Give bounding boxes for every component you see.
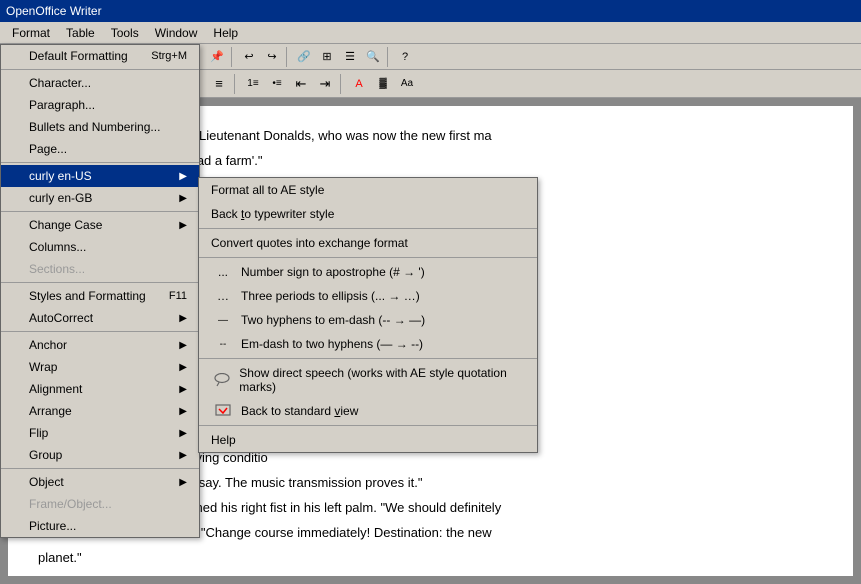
two-hyphens-prefix: -- xyxy=(211,339,235,350)
menu-columns[interactable]: Columns... xyxy=(1,236,199,258)
submenu-back-typewriter[interactable]: Back to typewriter style xyxy=(199,202,537,226)
submenu-format-ae[interactable]: Format all to AE style xyxy=(199,178,537,202)
ellipsis-prefix: … xyxy=(211,289,235,303)
menu-sep-5 xyxy=(1,331,199,332)
hyperlink-btn[interactable]: 🔗 xyxy=(293,46,315,68)
menu-group[interactable]: Group ▶ xyxy=(1,444,199,466)
number-sign-prefix: ... xyxy=(211,265,235,279)
outdent-btn[interactable]: ⇤ xyxy=(290,73,312,95)
menu-sep-1 xyxy=(1,69,199,70)
menu-autocorrect[interactable]: AutoCorrect ▶ xyxy=(1,307,199,329)
menu-sep-2 xyxy=(1,162,199,163)
font-color-btn[interactable]: A xyxy=(348,73,370,95)
paste-btn[interactable]: 📌 xyxy=(206,46,228,68)
help-btn[interactable]: ? xyxy=(394,46,416,68)
menu-arrange[interactable]: Arrange ▶ xyxy=(1,400,199,422)
title-text: OpenOffice Writer xyxy=(6,4,102,18)
menu-page[interactable]: Page... xyxy=(1,138,199,160)
menu-tools[interactable]: Tools xyxy=(103,24,147,42)
submenu-sep-3 xyxy=(199,358,537,359)
title-bar: OpenOffice Writer xyxy=(0,0,861,22)
menu-sections: Sections... xyxy=(1,258,199,280)
submenu-three-periods[interactable]: … Three periods to ellipsis (... → …) xyxy=(199,284,537,308)
menu-window[interactable]: Window xyxy=(147,24,206,42)
submenu-number-sign[interactable]: ... Number sign to apostrophe (# → ') xyxy=(199,260,537,284)
submenu-help[interactable]: Help xyxy=(199,428,537,452)
submenu-two-hyphens[interactable]: — Two hyphens to em-dash (-- → —) xyxy=(199,308,537,332)
fmt-sep-4 xyxy=(340,74,344,94)
menu-format[interactable]: Format xyxy=(4,24,58,42)
menu-curly-en-gb[interactable]: curly en-GB ▶ xyxy=(1,187,199,209)
highlight-btn[interactable]: ▓ xyxy=(372,73,394,95)
menu-anchor[interactable]: Anchor ▶ xyxy=(1,334,199,356)
doc-line-19: "But our original target 'Arda' has been… xyxy=(38,572,823,576)
indent-btn[interactable]: ⇥ xyxy=(314,73,336,95)
list-bullet-btn[interactable]: •≡ xyxy=(266,73,288,95)
menu-object[interactable]: Object ▶ xyxy=(1,471,199,493)
format-menu: Default Formatting Strg+M Character... P… xyxy=(0,44,200,538)
curly-en-us-submenu: Format all to AE style Back to typewrite… xyxy=(198,177,538,453)
toolbar-sep-4 xyxy=(286,47,290,67)
find-btn[interactable]: 🔍 xyxy=(362,46,384,68)
submenu-convert-quotes[interactable]: Convert quotes into exchange format xyxy=(199,231,537,255)
submenu-sep-2 xyxy=(199,257,537,258)
submenu-show-direct-speech[interactable]: Show direct speech (works with AE style … xyxy=(199,361,537,399)
menu-table[interactable]: Table xyxy=(58,24,103,42)
doc-line-18: planet." xyxy=(38,548,823,569)
menu-sep-4 xyxy=(1,282,199,283)
submenu-back-standard-view[interactable]: Back to standard view xyxy=(199,399,537,423)
speech-icon xyxy=(211,373,233,387)
toolbar-sep-3 xyxy=(231,47,235,67)
menu-character[interactable]: Character... xyxy=(1,72,199,94)
menu-curly-en-us[interactable]: curly en-US ▶ xyxy=(1,165,199,187)
submenu-em-dash[interactable]: -- Em-dash to two hyphens (— → --) xyxy=(199,332,537,356)
menu-change-case[interactable]: Change Case ▶ xyxy=(1,214,199,236)
list-num-btn[interactable]: 1≡ xyxy=(242,73,264,95)
menu-frame-object: Frame/Object... xyxy=(1,493,199,515)
toolbar-sep-5 xyxy=(387,47,391,67)
fmt-sep-3 xyxy=(234,74,238,94)
menu-sep-6 xyxy=(1,468,199,469)
menu-bullets[interactable]: Bullets and Numbering... xyxy=(1,116,199,138)
menu-paragraph[interactable]: Paragraph... xyxy=(1,94,199,116)
align-justify-btn[interactable]: ≡ xyxy=(208,73,230,95)
char-format-btn[interactable]: Aa xyxy=(396,73,418,95)
menu-bar: Format Table Tools Window Help Default F… xyxy=(0,22,861,44)
menu-flip[interactable]: Flip ▶ xyxy=(1,422,199,444)
menu-wrap[interactable]: Wrap ▶ xyxy=(1,356,199,378)
undo-btn[interactable]: ↩ xyxy=(238,46,260,68)
redo-btn[interactable]: ↪ xyxy=(261,46,283,68)
menu-sep-3 xyxy=(1,211,199,212)
menu-picture[interactable]: Picture... xyxy=(1,515,199,537)
submenu-sep-1 xyxy=(199,228,537,229)
menu-default-formatting[interactable]: Default Formatting Strg+M xyxy=(1,45,199,67)
menu-styles-formatting[interactable]: Styles and Formatting F11 xyxy=(1,285,199,307)
submenu-sep-4 xyxy=(199,425,537,426)
table-btn[interactable]: ⊞ xyxy=(316,46,338,68)
standard-view-icon xyxy=(211,404,235,418)
menu-alignment[interactable]: Alignment ▶ xyxy=(1,378,199,400)
insert-btn[interactable]: ☰ xyxy=(339,46,361,68)
menu-help[interactable]: Help xyxy=(205,24,246,42)
em-dash-prefix: — xyxy=(211,315,235,326)
